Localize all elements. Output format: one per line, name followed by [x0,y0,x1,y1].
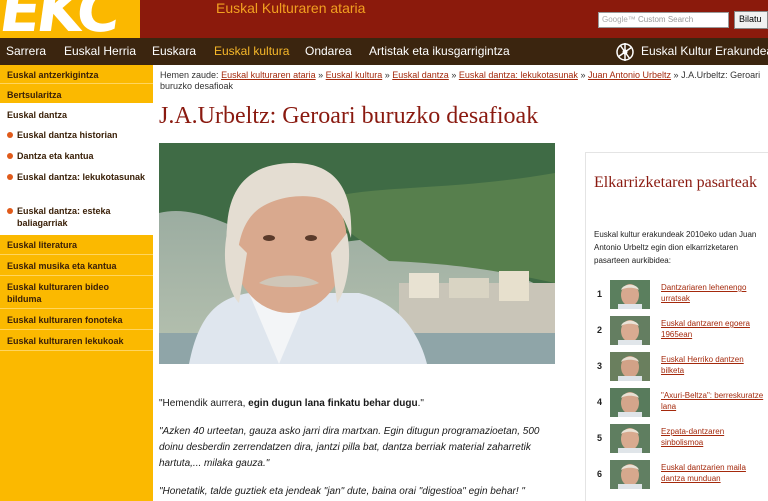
sidebar-item-musika[interactable]: Euskal musika eta kantua [0,260,153,272]
excerpt-link[interactable]: Euskal Herriko dantzen bilketa [661,354,766,376]
quote-3-text: "Honetatik, talde guztiek eta jendeak "j… [159,486,525,497]
excerpt-number: 1 [597,289,603,299]
search-button[interactable]: Bilatu [734,11,768,29]
excerpt-item[interactable]: 1 Dantzariaren lehenengo urratsak [586,280,768,314]
excerpt-number: 5 [597,433,603,443]
breadcrumb-separator: » [673,70,679,80]
quote-2-text: "Azken 40 urteetan, gauza asko jarri dir… [159,426,540,469]
breadcrumb-prefix: Hemen zaude: [160,70,219,80]
sidebar-subitem-label: Euskal dantza: lekukotasunak [17,172,146,182]
sidebar-subitem-label: Dantza eta kantua [17,151,94,161]
quote-1-bold: egin dugun lana finkatu behar dugu [248,398,418,409]
nav-item-euskara[interactable]: Euskara [152,44,196,58]
interview-excerpts-panel: Elkarrizketaren pasarteak Euskal kultur … [585,152,768,501]
sidebar-subitem-label: Euskal dantza: esteka baliagarriak [17,206,111,228]
excerpt-thumbnail[interactable] [610,388,650,417]
sidebar-item-antzerkigintza[interactable]: Euskal antzerkigintza [0,69,153,81]
breadcrumb-link-dantza[interactable]: Euskal dantza [392,70,449,80]
excerpt-number: 3 [597,361,603,371]
excerpt-item[interactable]: 6 Euskal dantzarien maila dantza munduan [586,460,768,494]
bullet-icon [7,153,13,159]
panel-title: Elkarrizketaren pasarteak [594,174,758,191]
breadcrumb-separator: » [384,70,390,80]
nav-item-sarrera[interactable]: Sarrera [6,44,46,58]
breadcrumb-link-kultura[interactable]: Euskal kultura [326,70,383,80]
main-nav: Sarrera Euskal Herria Euskara Euskal kul… [0,38,768,65]
quote-3: "Honetatik, talde guztiek eta jendeak "j… [159,484,564,500]
sidebar-subsection: Euskal dantza Euskal dantza historian Da… [0,103,153,235]
site-header: EKC Euskal Kulturaren ataria Google™ Cus… [0,0,768,38]
excerpt-item[interactable]: 3 Euskal Herriko dantzen bilketa [586,352,768,386]
nav-item-ondarea[interactable]: Ondarea [305,44,352,58]
sidebar-divider [0,329,153,330]
quote-1-start: "Hemendik aurrera, [159,398,249,409]
org-label: Euskal Kultur Erakundea [641,44,768,58]
sidebar-divider [0,83,153,84]
nav-item-artistak[interactable]: Artistak eta ikusgarrigintza [369,44,510,58]
quote-1: "Hemendik aurrera, egin dugun lana finka… [159,396,564,412]
breadcrumb-separator: » [580,70,586,80]
site-title: Euskal Kulturaren ataria [216,0,366,16]
nav-item-euskal-herria[interactable]: Euskal Herria [64,44,136,58]
video-frame-image [159,143,555,364]
sidebar-subitem-estekak[interactable]: Euskal dantza: esteka baliagarriak [7,205,147,229]
excerpt-item[interactable]: 4 "Axuri-Beltza": berreskuratze lana [586,388,768,422]
sidebar: Euskal antzerkigintza Bertsularitza Eusk… [0,65,153,501]
page-title: J.A.Urbeltz: Geroari buruzko desafioak [159,103,539,129]
search-input[interactable]: Google™ Custom Search [598,12,729,28]
bullet-icon [7,208,13,214]
site-logo[interactable]: EKC [0,0,140,38]
sidebar-item-literatura[interactable]: Euskal literatura [0,239,153,251]
sidebar-divider [0,350,153,351]
breadcrumb-link-urbeltz[interactable]: Juan Antonio Urbeltz [588,70,671,80]
sidebar-item-lekukoak[interactable]: Euskal kulturaren lekukoak [0,335,153,347]
excerpt-number: 4 [597,397,603,407]
breadcrumb: Hemen zaude: Euskal kulturaren ataria » … [160,70,765,92]
quote-1-end: ." [417,398,424,409]
breadcrumb-separator: » [318,70,324,80]
panel-description: Euskal kultur erakundeak 2010eko udan Ju… [594,230,757,265]
search-placeholder: Custom Search [638,15,694,24]
excerpt-item[interactable]: 2 Euskal dantzaren egoera 1965ean [586,316,768,350]
excerpt-link[interactable]: "Axuri-Beltza": berreskuratze lana [661,390,766,412]
sidebar-subitem-historian[interactable]: Euskal dantza historian [7,129,147,141]
sidebar-item-euskal-dantza[interactable]: Euskal dantza [7,110,67,120]
sidebar-subitem-lekukotasunak[interactable]: Euskal dantza: lekukotasunak [7,171,147,183]
sidebar-subitem-kantua[interactable]: Dantza eta kantua [7,150,147,162]
sidebar-divider [0,254,153,255]
breadcrumb-separator: » [451,70,457,80]
excerpt-thumbnail[interactable] [610,424,650,453]
logo-text: EKC [0,0,122,38]
breadcrumb-link-lekukotasunak[interactable]: Euskal dantza: lekukotasunak [459,70,578,80]
bullet-icon [7,132,13,138]
sidebar-item-bideo-bilduma[interactable]: Euskal kulturaren bideo bilduma [0,281,140,305]
excerpt-number: 6 [597,469,603,479]
breadcrumb-link-ataria[interactable]: Euskal kulturaren ataria [221,70,316,80]
excerpt-number: 2 [597,325,603,335]
excerpt-thumbnail[interactable] [610,280,650,309]
sidebar-divider [0,308,153,309]
excerpt-thumbnail[interactable] [610,316,650,345]
excerpt-link[interactable]: Euskal dantzarien maila dantza munduan [661,462,766,484]
sidebar-item-fonoteka[interactable]: Euskal kulturaren fonoteka [0,314,153,326]
sidebar-item-bertsularitza[interactable]: Bertsularitza [0,89,153,101]
sidebar-subitem-label: Euskal dantza historian [17,130,118,140]
video-player[interactable] [159,143,555,364]
excerpt-link[interactable]: Euskal dantzaren egoera 1965ean [661,318,766,340]
org-logo-icon [616,43,634,61]
quote-2: "Azken 40 urteetan, gauza asko jarri dir… [159,424,564,472]
excerpt-link[interactable]: Ezpata-dantzaren sinbolismoa [661,426,766,448]
bullet-icon [7,174,13,180]
nav-item-euskal-kultura[interactable]: Euskal kultura [214,44,289,58]
sidebar-divider [0,275,153,276]
google-brand: Google™ [602,15,636,24]
excerpt-thumbnail[interactable] [610,352,650,381]
excerpt-link[interactable]: Dantzariaren lehenengo urratsak [661,282,766,304]
excerpt-item[interactable]: 5 Ezpata-dantzaren sinbolismoa [586,424,768,458]
excerpt-thumbnail[interactable] [610,460,650,489]
